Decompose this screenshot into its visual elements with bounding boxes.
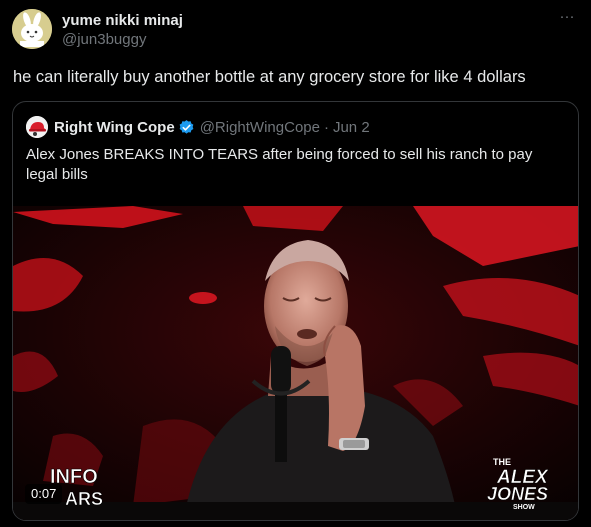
video-timestamp: 0:07 — [25, 484, 63, 504]
quoted-tweet-card[interactable]: Right Wing Cope @RightWingCope · Jun 2 A… — [12, 101, 579, 521]
show-logo-show: SHOW — [513, 504, 535, 510]
infowars-logo-text-bottom: ARS — [65, 489, 103, 509]
show-logo-jones: JONES — [487, 484, 548, 504]
video-player[interactable]: INFO ARS 0:07 THE ALEX JONES SHOW — [13, 206, 578, 520]
verified-badge-icon — [178, 119, 195, 136]
quoted-author-name[interactable]: Right Wing Cope — [54, 119, 175, 136]
show-logo-the: THE — [493, 457, 511, 467]
author-block: yume nikki minaj @jun3buggy — [62, 11, 183, 49]
tweet-text: he can literally buy another bottle at a… — [13, 68, 526, 86]
quoted-author-avatar[interactable] — [26, 116, 48, 138]
quoted-author-handle[interactable]: @RightWingCope — [200, 119, 320, 136]
alex-jones-show-logo: THE ALEX JONES SHOW — [473, 454, 563, 510]
author-handle[interactable]: @jun3buggy — [62, 30, 183, 49]
separator-dot: · — [323, 118, 329, 136]
author-name[interactable]: yume nikki minaj — [62, 11, 183, 30]
more-icon[interactable]: ··· — [557, 9, 577, 24]
quoted-header: Right Wing Cope @RightWingCope · Jun 2 — [54, 116, 370, 138]
author-avatar[interactable] — [12, 9, 52, 49]
quoted-date[interactable]: Jun 2 — [333, 119, 370, 136]
quoted-text: Alex Jones BREAKS INTO TEARS after being… — [26, 146, 533, 183]
